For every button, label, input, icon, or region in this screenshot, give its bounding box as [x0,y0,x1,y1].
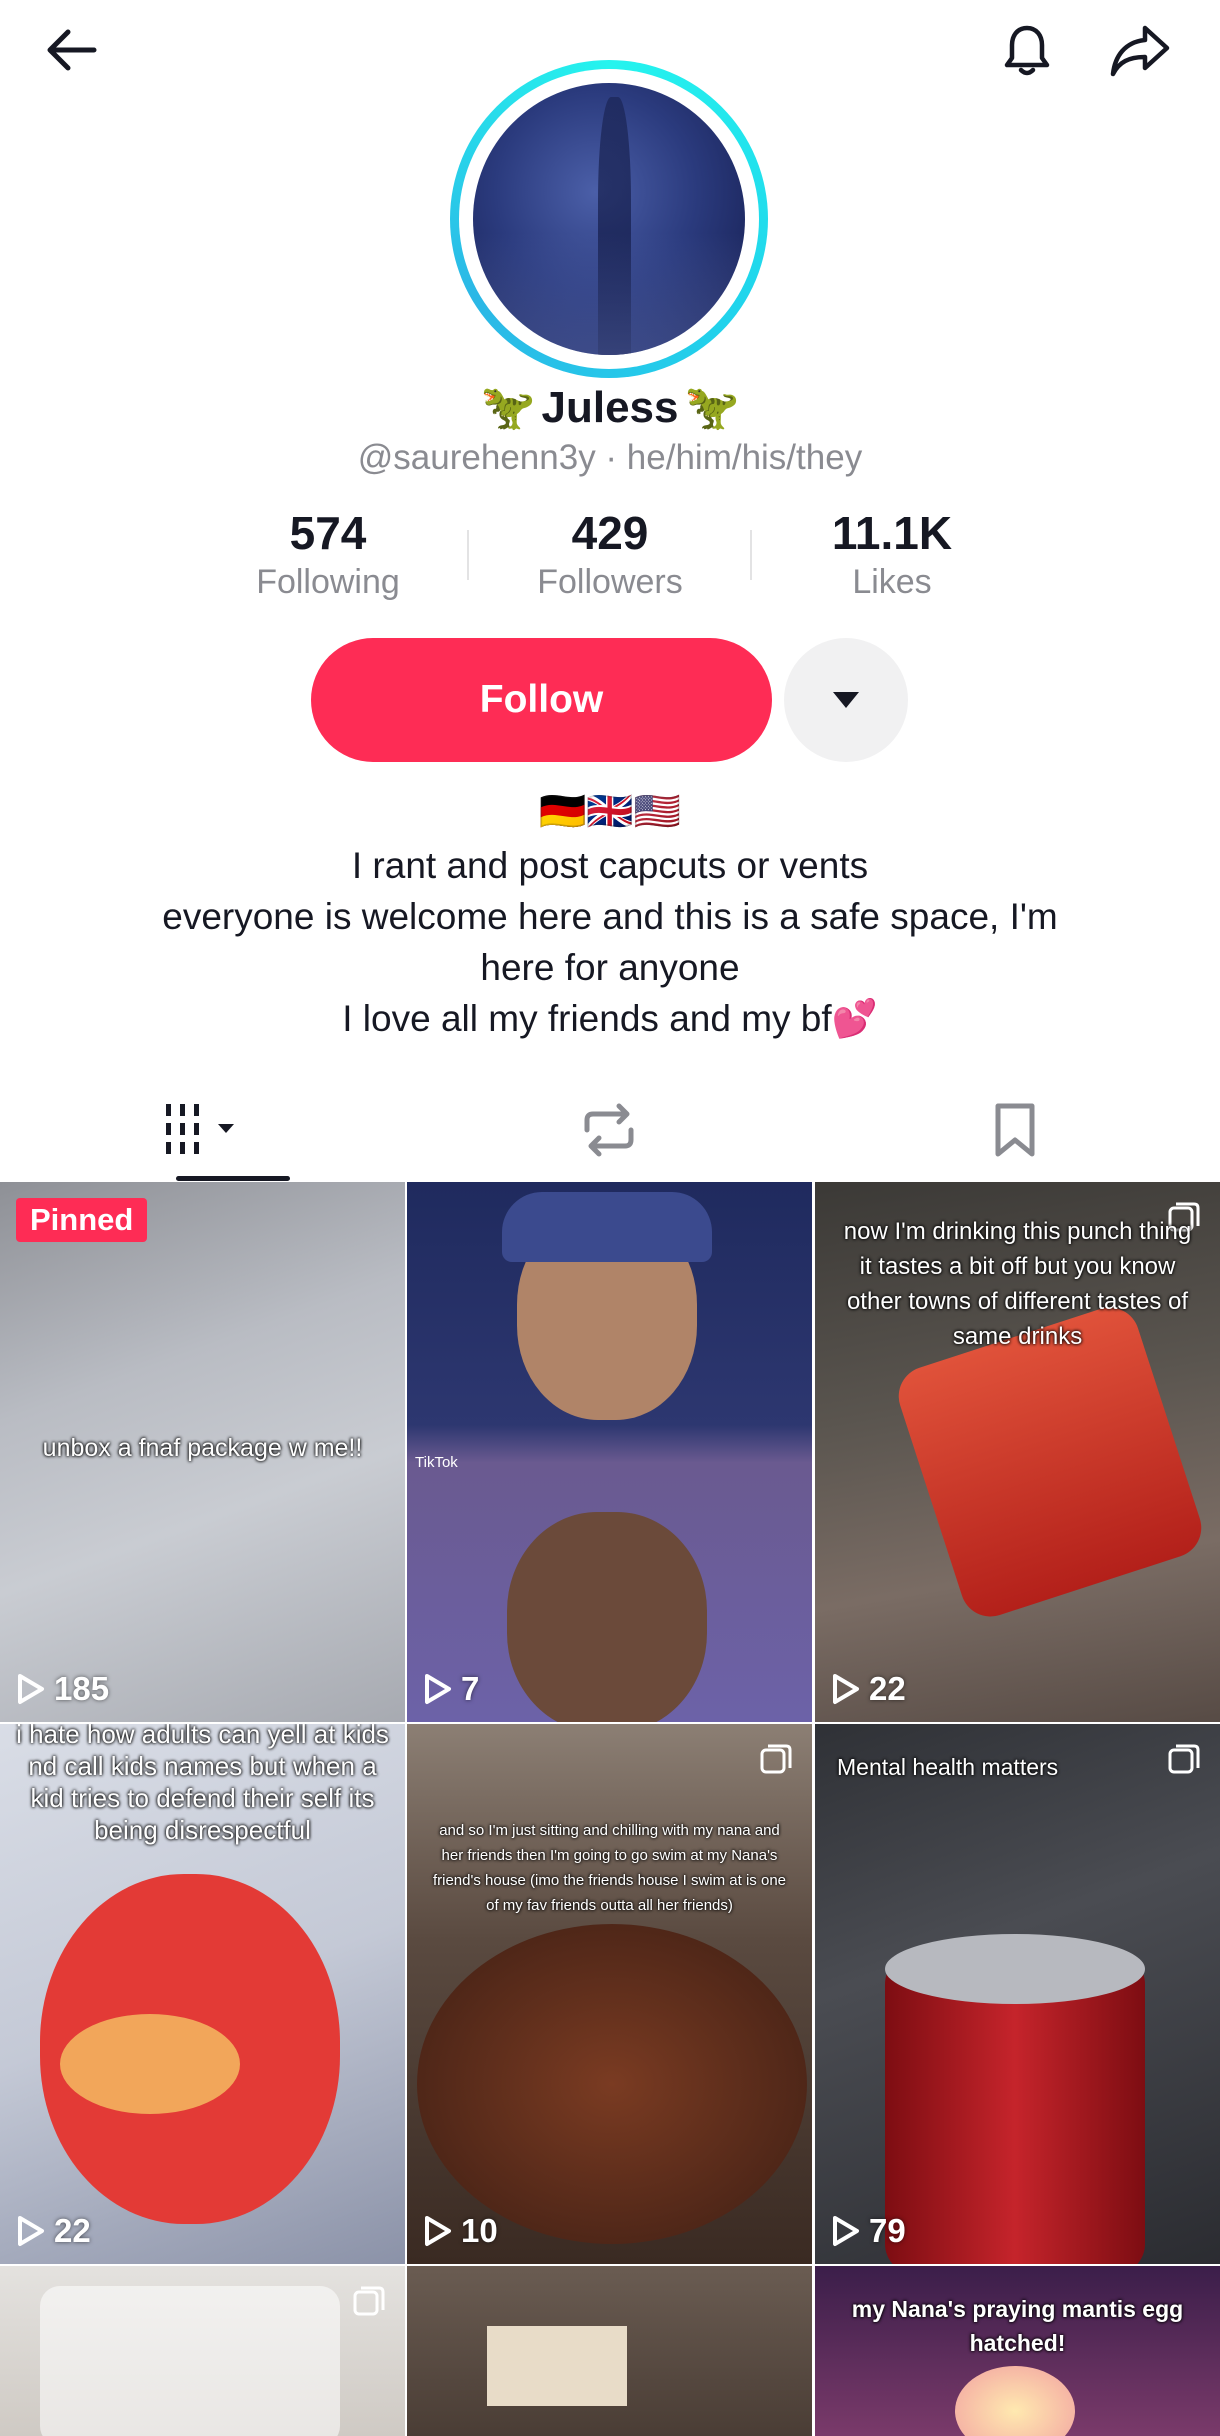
play-icon [18,2216,44,2246]
play-icon [833,1674,859,1704]
stat-divider [467,530,469,580]
video-caption: unbox a fnaf package w me!! [42,1434,363,1462]
profile-tabs [0,1080,1220,1181]
avatar-story-ring[interactable] [450,60,768,378]
likes-stat[interactable]: 11.1K Likes [752,508,1032,602]
play-icon [833,2216,859,2246]
video-thumbnail[interactable]: Mental health matters 79 [815,1724,1220,2264]
active-tab-indicator [176,1176,290,1181]
grid-videos-icon [166,1104,234,1154]
tab-videos[interactable] [0,1080,406,1180]
caret-down-icon [833,692,859,708]
view-count: 22 [831,1670,906,1708]
view-count: 22 [16,2212,91,2250]
bio-line: here for anyone [480,947,740,988]
video-caption: Mental health matters [837,1754,1059,1780]
dinosaur-emoji: 🦖 [480,383,536,432]
following-label: Following [256,562,400,601]
video-thumbnail[interactable]: now I'm drinking this punch thing it tas… [815,1182,1220,1722]
pinned-badge: Pinned [16,1198,148,1242]
tiktok-watermark: TikTok [415,1454,458,1471]
video-thumbnail[interactable]: i hate how adults can yell at kids nd ca… [0,1724,405,2264]
video-thumbnail[interactable]: Pinned unbox a fnaf package w me!! 185 [0,1182,405,1722]
play-icon [425,1674,451,1704]
bell-icon [1004,25,1050,76]
stat-divider [750,530,752,580]
followers-stat[interactable]: 429 Followers [470,508,750,602]
back-arrow-icon [47,29,97,71]
following-stat[interactable]: 574 Following [188,508,468,602]
dinosaur-emoji: 🦖 [684,383,740,432]
flag-emojis: 🇩🇪🇬🇧🇺🇸 [539,791,681,833]
avatar [473,83,745,355]
profile-handle: @saurehenn3y · he/him/his/they [357,438,863,477]
follow-button[interactable]: Follow [311,638,772,762]
likes-label: Likes [852,562,932,601]
followers-count: 429 [571,507,649,559]
view-count: 185 [16,1670,109,1708]
video-caption: i hate how adults can yell at kids nd ca… [16,1724,389,1845]
video-grid: Pinned unbox a fnaf package w me!! 185 T… [0,1182,1220,2436]
profile-stats: 574 Following 429 Followers 11.1K Likes [0,508,1220,618]
play-icon [18,1674,44,1704]
view-count-number: 10 [461,2212,498,2249]
following-count: 574 [289,507,367,559]
followers-label: Followers [537,562,683,601]
carousel-icon [1168,1744,1200,1774]
tab-favorites[interactable] [812,1080,1218,1180]
video-thumbnail[interactable]: my Nana's praying mantis egg hatched! [815,2266,1220,2436]
share-arrow-icon [1110,25,1170,77]
video-thumbnail[interactable]: TikTok 7 [407,1182,812,1722]
video-thumbnail[interactable] [407,2266,812,2436]
bio-line: I love all my friends and my bf💕 [342,998,878,1039]
profile-bio: I rant and post capcuts or vents everyon… [60,840,1160,1044]
view-count-number: 22 [869,1670,906,1707]
tab-reposts[interactable] [406,1080,812,1180]
profile-name: Juless [541,383,679,432]
view-count: 10 [423,2212,498,2250]
video-thumbnail[interactable]: and so I'm just sitting and chilling wit… [407,1724,812,2264]
carousel-icon [353,2286,385,2316]
view-count-number: 185 [54,1670,110,1707]
back-button[interactable] [32,10,112,90]
share-button[interactable] [1100,10,1180,90]
view-count: 79 [831,2212,906,2250]
bio-line: I rant and post capcuts or vents [351,845,869,886]
play-icon [425,2216,451,2246]
video-caption: and so I'm just sitting and chilling wit… [432,1822,787,1914]
notification-bell-button[interactable] [987,10,1067,90]
video-caption: my Nana's praying mantis egg hatched! [851,2296,1184,2356]
carousel-icon [760,1744,792,1774]
profile-name-row: 🦖 Juless 🦖 [0,378,1220,438]
likes-count: 11.1K [831,507,953,559]
repost-icon [584,1103,634,1157]
view-count-number: 7 [461,1670,480,1707]
bookmark-icon [995,1103,1035,1157]
view-count-number: 22 [54,2212,91,2249]
suggested-accounts-button[interactable] [784,638,908,762]
video-caption: now I'm drinking this punch thing it tas… [843,1218,1192,1350]
video-thumbnail[interactable] [0,2266,405,2436]
view-count: 7 [423,1670,479,1708]
view-count-number: 79 [869,2212,906,2249]
bio-line: everyone is welcome here and this is a s… [162,896,1058,937]
